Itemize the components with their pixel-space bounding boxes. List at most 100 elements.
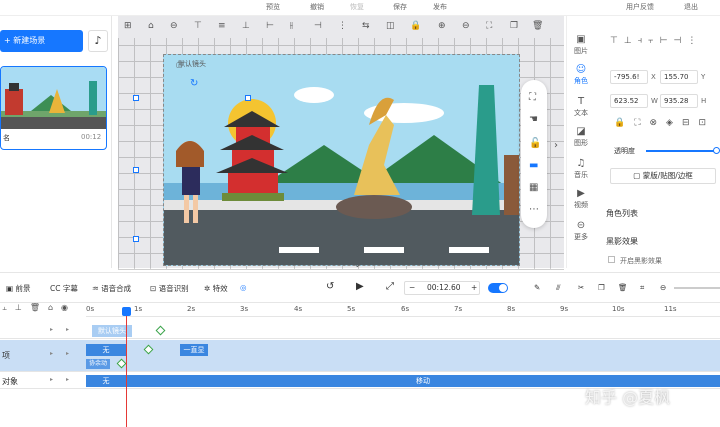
redo-menu[interactable]: 恢复 [350, 2, 364, 12]
keyframe-diamond[interactable] [155, 325, 166, 336]
play-button-icon[interactable]: ▶ [356, 281, 364, 292]
screen-icon[interactable]: ▬ [529, 160, 538, 171]
align-center-icon[interactable]: ⫲ [290, 21, 293, 31]
selection-handle[interactable] [133, 236, 139, 242]
selection-handle[interactable] [133, 95, 139, 101]
lock-icon[interactable]: 🔓 [529, 138, 541, 149]
chevron-down-icon[interactable]: ⌄ [354, 260, 361, 269]
time-minus-button[interactable]: − [409, 282, 415, 294]
layer-icon[interactable]: ◫ [386, 21, 395, 31]
loop-toggle[interactable] [488, 283, 508, 293]
opacity-slider[interactable] [646, 150, 716, 152]
blackscreen-checkbox[interactable] [608, 256, 615, 263]
stage-canvas[interactable]: ▢ 默认镜头 [163, 54, 520, 266]
scene-thumbnail-card[interactable]: 名 00:12 [0, 66, 107, 150]
track-expand-icon[interactable]: ▸ [50, 326, 53, 333]
pointer-icon[interactable]: ☚ [529, 114, 538, 125]
undo-menu[interactable]: 撤销 [310, 2, 324, 12]
zoom-out-icon[interactable]: ⊖ [462, 21, 470, 31]
selection-handle[interactable] [133, 167, 139, 173]
keyframe-diamond[interactable] [116, 358, 127, 369]
x-input[interactable]: -795.6! [610, 70, 648, 84]
voice-recog-button[interactable]: ⊡ 语音识别 [150, 283, 189, 294]
rewind-icon[interactable]: ↺ [326, 281, 334, 292]
voice-synth-button[interactable]: ♒ 语音合成 [92, 283, 131, 294]
new-scene-button[interactable]: + 新建场景 [0, 30, 83, 52]
record-icon[interactable]: ◎ [240, 283, 247, 292]
keyframe-diamond[interactable] [143, 344, 154, 355]
tab-shape[interactable]: ◪ 图形 [567, 126, 595, 148]
distribute-icon[interactable]: ⋮ [338, 21, 347, 31]
scan-icon[interactable]: ⛶ [529, 92, 536, 103]
role-list-title[interactable]: 角色列表 [606, 208, 638, 219]
track-camera[interactable]: ▸ ▸ 默认镜头 [0, 323, 720, 339]
transform-icons[interactable]: 🔒⛶⊗◈⊟⊡ [614, 118, 715, 128]
playhead-handle[interactable] [122, 307, 131, 316]
expand-icon[interactable]: ⤢ [386, 281, 394, 292]
music-note-icon[interactable]: ♪ [88, 30, 108, 52]
tab-role[interactable]: ☺ 角色 [567, 64, 595, 86]
more-icon[interactable]: ⋯ [529, 204, 539, 215]
align-middle-icon[interactable]: ≡ [218, 21, 226, 31]
exit-menu[interactable]: 退出 [684, 2, 698, 12]
preview-menu[interactable]: 预览 [266, 2, 280, 12]
subtitle-button[interactable]: CC 字幕 [50, 283, 78, 294]
effect-button[interactable]: ✲ 特效 [204, 283, 228, 294]
zoom-in-icon[interactable]: ⊕ [438, 21, 446, 31]
grid-icon[interactable]: ⊞ [124, 21, 132, 31]
width-input[interactable]: 623.52 [610, 94, 648, 108]
flip-icon[interactable]: ⇆ [362, 21, 370, 31]
tab-more[interactable]: ⊝ 更多 [567, 220, 595, 242]
mask-texture-border-button[interactable]: ▢ 蒙版/贴图/边框 [610, 168, 716, 184]
crop-icon[interactable]: ⌗ [640, 283, 644, 293]
track-tool-icons[interactable]: ⫠⊥🗑⌂◉ [0, 303, 86, 317]
delete-icon[interactable]: 🗑 [532, 21, 543, 31]
track-item[interactable]: 项 ▸ ▸ 无 一直显 协余动 [0, 340, 720, 372]
object-clip[interactable]: 无 [86, 375, 126, 387]
playhead[interactable] [126, 309, 127, 427]
minus-circle-icon[interactable]: ⊖ [170, 21, 178, 31]
copy-icon[interactable]: ❐ [598, 283, 605, 292]
opacity-slider-thumb[interactable] [713, 147, 720, 154]
align-bottom-icon[interactable]: ⊥ [242, 21, 250, 31]
track-visible-icon[interactable]: ▸ [66, 326, 69, 333]
item-clip[interactable]: 无 [86, 344, 126, 356]
y-input[interactable]: 155.70 [660, 70, 698, 84]
tab-image[interactable]: ▣ 图片 [567, 34, 595, 56]
split-icon[interactable]: ⫻ [556, 283, 560, 293]
align-right-icon[interactable]: ⊣ [314, 21, 322, 31]
time-stepper[interactable]: − 00:12.60 + [404, 281, 480, 295]
rotate-handle-icon[interactable]: ↻ [190, 78, 198, 89]
home-icon[interactable]: ⌂ [148, 21, 154, 31]
time-plus-button[interactable]: + [471, 282, 477, 294]
track-visible-icon[interactable]: ▸ [66, 376, 69, 383]
track-visible-icon[interactable]: ▸ [66, 350, 69, 357]
fit-screen-icon[interactable]: ⛶ [486, 21, 492, 31]
chevron-right-icon[interactable]: › [554, 140, 558, 151]
layer-front-icon[interactable]: ▣ 前景 [6, 283, 30, 294]
lock-icon[interactable]: 🔒 [410, 21, 421, 31]
align-left-icon[interactable]: ⊢ [266, 21, 274, 31]
timeline-zoom-slider[interactable] [674, 287, 720, 289]
edit-icon[interactable]: ✎ [534, 283, 540, 292]
alignment-icons[interactable]: ⊤⊥⫞⫟⊢⊣⋮ [610, 36, 702, 46]
film-icon[interactable]: ▦ [529, 182, 538, 193]
align-top-icon[interactable]: ⊤ [194, 21, 202, 31]
tab-text[interactable]: T 文本 [567, 96, 595, 118]
tab-music[interactable]: ♫ 音乐 [567, 158, 595, 180]
item-sub-clip[interactable]: 协余动 [86, 359, 110, 369]
publish-menu[interactable]: 发布 [433, 2, 447, 12]
feedback-menu[interactable]: 用户反馈 [626, 2, 654, 12]
save-menu[interactable]: 保存 [393, 2, 407, 12]
tab-video[interactable]: ▶ 视频 [567, 188, 595, 210]
copy-icon[interactable]: ❐ [510, 21, 518, 31]
zoom-out-icon[interactable]: ⊖ [660, 283, 666, 292]
item-clip-always-show[interactable]: 一直显 [180, 344, 208, 356]
track-expand-icon[interactable]: ▸ [50, 376, 53, 383]
time-ruler[interactable]: 0s 1s 2s 3s 4s 5s 6s 7s 8s 9s 10s 11s [86, 303, 720, 317]
height-input[interactable]: 935.28 [660, 94, 698, 108]
cut-icon[interactable]: ✂ [578, 283, 584, 292]
track-expand-icon[interactable]: ▸ [50, 350, 53, 357]
selection-handle[interactable] [245, 95, 251, 101]
delete-icon[interactable]: 🗑 [618, 283, 628, 292]
